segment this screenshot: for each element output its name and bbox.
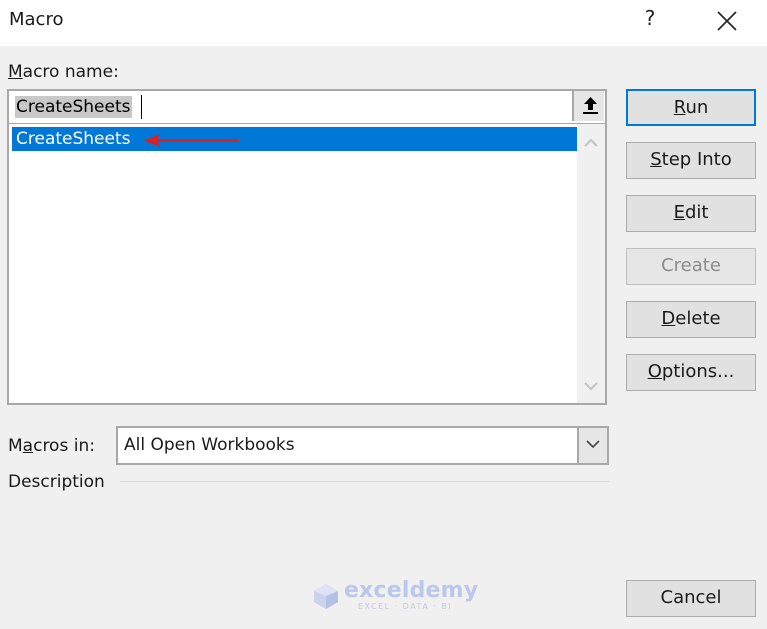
macros-in-label: Macros in: xyxy=(8,436,95,456)
options-button[interactable]: Options... xyxy=(626,354,756,391)
watermark-brand: exceldemy xyxy=(344,578,479,603)
watermark: exceldemy EXCEL · DATA · BI xyxy=(312,578,478,612)
scroll-up-icon[interactable] xyxy=(582,136,600,150)
delete-accel: D xyxy=(661,308,676,329)
step-into-label: tep Into xyxy=(661,149,732,170)
annotation-arrow-icon xyxy=(144,134,240,147)
delete-button[interactable]: Delete xyxy=(626,301,756,338)
macro-name-value: CreateSheets xyxy=(15,96,132,118)
macro-name-label-accel: M xyxy=(8,62,23,82)
list-scrollbar[interactable] xyxy=(577,124,605,403)
macro-name-input[interactable]: CreateSheets xyxy=(7,89,607,123)
collapse-dialog-button[interactable] xyxy=(572,91,604,121)
macros-in-value: All Open Workbooks xyxy=(124,435,295,455)
scroll-down-icon[interactable] xyxy=(582,379,600,393)
title-bar: Macro ? xyxy=(0,0,767,46)
macro-list[interactable]: CreateSheets xyxy=(7,123,607,405)
dialog-title: Macro xyxy=(9,9,64,30)
description-divider xyxy=(120,481,609,482)
run-label: un xyxy=(685,97,709,118)
step-into-accel: S xyxy=(650,149,662,170)
options-accel: O xyxy=(647,361,662,382)
close-button[interactable] xyxy=(710,4,744,38)
edit-label: dit xyxy=(684,202,709,223)
step-into-button[interactable]: Step Into xyxy=(626,142,756,179)
macros-in-accel: a xyxy=(22,436,34,456)
macros-in-label-pre: M xyxy=(8,436,23,456)
run-button[interactable]: Run xyxy=(626,89,756,126)
macro-name-label: Macro name: xyxy=(8,62,119,82)
watermark-tagline: EXCEL · DATA · BI xyxy=(358,602,453,611)
list-item-macro[interactable]: CreateSheets xyxy=(12,127,578,151)
text-caret xyxy=(141,95,142,119)
macro-name-label-text: acro name: xyxy=(22,62,119,82)
create-button[interactable]: Create xyxy=(626,248,756,285)
run-accel: R xyxy=(673,97,686,118)
edit-accel: E xyxy=(673,202,685,223)
help-button[interactable]: ? xyxy=(638,6,662,36)
chevron-down-icon xyxy=(586,440,600,449)
options-label: ptions... xyxy=(661,361,735,382)
description-label: Description xyxy=(8,472,105,492)
edit-button[interactable]: Edit xyxy=(626,195,756,232)
cancel-button[interactable]: Cancel xyxy=(626,580,756,617)
close-icon xyxy=(717,11,737,31)
exceldemy-logo-icon xyxy=(314,584,338,609)
macros-in-label-post: cros in: xyxy=(33,436,95,456)
macros-in-dropdown[interactable]: All Open Workbooks xyxy=(116,426,609,465)
delete-label: elete xyxy=(675,308,721,329)
collapse-up-arrow-icon xyxy=(583,97,598,114)
dropdown-button[interactable] xyxy=(577,428,607,463)
